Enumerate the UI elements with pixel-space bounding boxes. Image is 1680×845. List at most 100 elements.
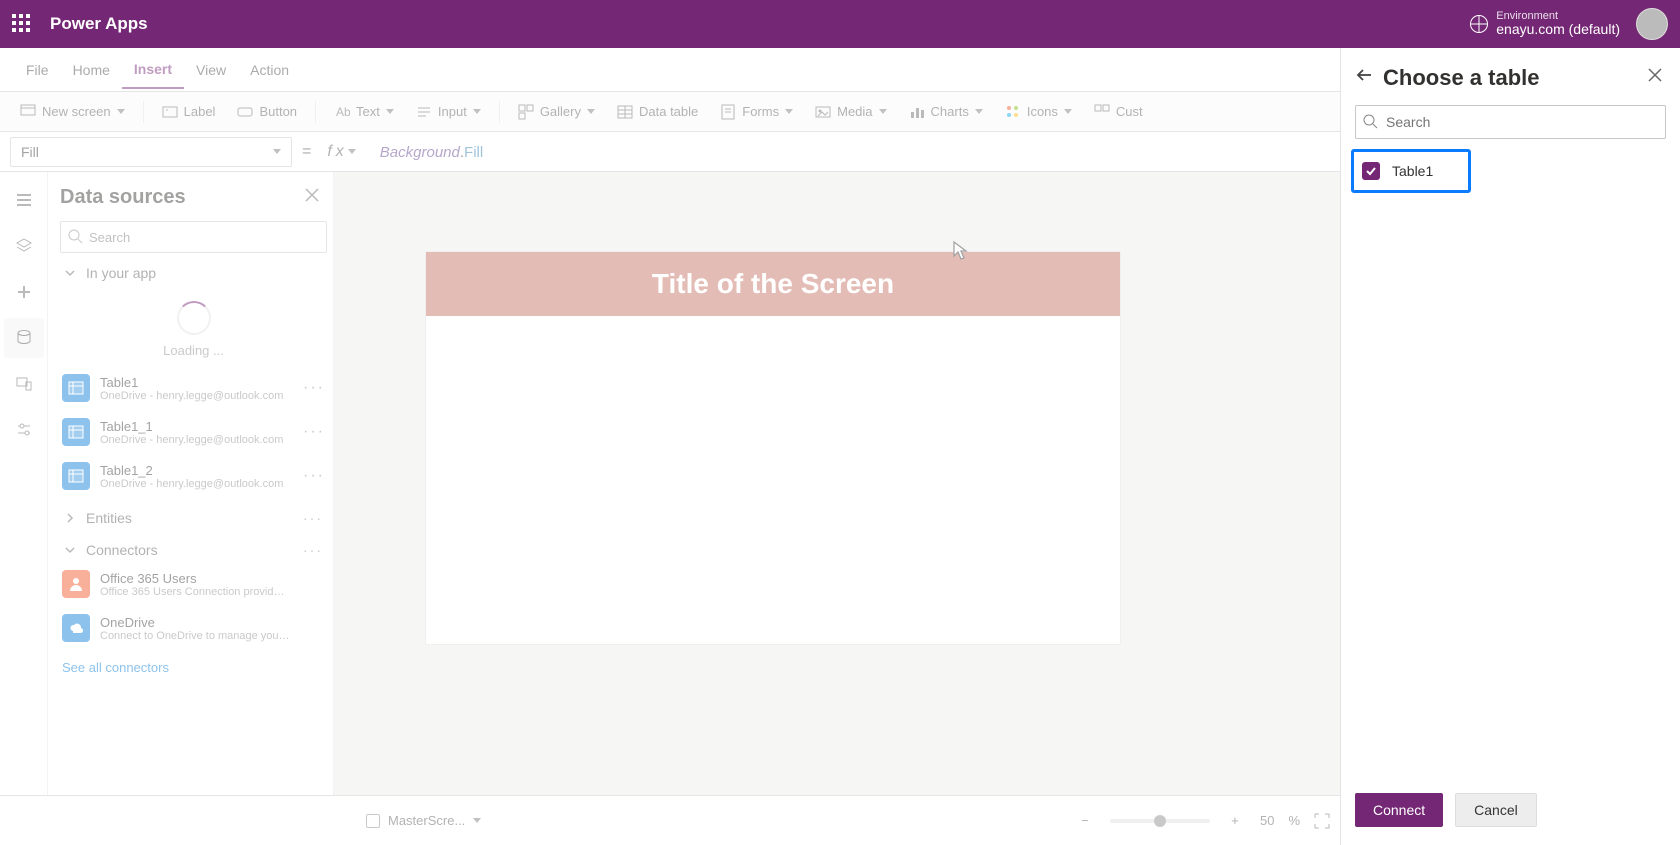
checkbox-checked-icon[interactable] (1362, 162, 1380, 180)
chevron-down-icon (64, 544, 76, 556)
icons-button[interactable]: Icons (995, 100, 1082, 124)
screen-title-bar[interactable]: Title of the Screen (426, 252, 1120, 316)
forms-icon (720, 104, 736, 120)
chevron-down-icon (386, 109, 394, 114)
fullscreen-icon[interactable] (1314, 813, 1330, 829)
custom-button[interactable]: Cust (1084, 100, 1153, 124)
ribbon-divider (499, 101, 500, 123)
new-screen-label: New screen (42, 104, 111, 119)
data-sources-title: Data sources (60, 186, 186, 209)
button-button[interactable]: Button (227, 100, 307, 124)
label-label: Label (184, 104, 216, 119)
text-label: Text (356, 104, 380, 119)
data-source-more-button[interactable]: ··· (303, 423, 325, 441)
property-selector[interactable]: Fill (10, 137, 292, 167)
fx-button[interactable]: fx (321, 143, 361, 161)
avatar[interactable] (1636, 8, 1668, 40)
data-source-more-button[interactable]: ··· (303, 467, 325, 485)
panel-close-button[interactable] (1644, 64, 1666, 91)
see-all-connectors-link[interactable]: See all connectors (60, 650, 327, 685)
cancel-button[interactable]: Cancel (1455, 793, 1537, 827)
section-in-your-app-label: In your app (86, 265, 156, 281)
text-button[interactable]: Ab Text (324, 100, 404, 124)
forms-button[interactable]: Forms (710, 100, 803, 124)
close-icon (1648, 68, 1662, 82)
connectors-more-button[interactable]: ··· (303, 542, 323, 558)
canvas[interactable]: Title of the Screen (426, 252, 1120, 644)
table-option[interactable]: Table1 (1351, 149, 1471, 193)
menu-insert[interactable]: Insert (122, 51, 184, 89)
connector-sub: Office 365 Users Connection provider let… (100, 586, 290, 598)
button-icon (237, 104, 253, 120)
data-source-name: Table1_1 (100, 419, 283, 434)
menu-home[interactable]: Home (61, 52, 122, 88)
rail-tree-view[interactable] (4, 226, 44, 266)
label-button[interactable]: Label (152, 100, 226, 124)
section-entities-label: Entities (86, 510, 132, 526)
panel-search-input[interactable] (1355, 105, 1666, 139)
section-in-your-app[interactable]: In your app (60, 253, 327, 285)
rail-media[interactable] (4, 364, 44, 404)
connector-item[interactable]: OneDriveConnect to OneDrive to manage yo… (60, 606, 327, 650)
panel-search (1355, 105, 1666, 139)
chevron-down-icon (473, 818, 481, 823)
connector-item[interactable]: Office 365 UsersOffice 365 Users Connect… (60, 562, 327, 606)
screen-crumb-label: MasterScre... (388, 813, 465, 828)
table-list: Table1 (1341, 149, 1680, 193)
menu-file[interactable]: File (14, 52, 61, 88)
chevron-down-icon (473, 109, 481, 114)
environment-value: enayu.com (default) (1496, 22, 1620, 37)
rail-insert[interactable] (4, 272, 44, 312)
zoom-unit: % (1288, 813, 1300, 828)
data-source-item[interactable]: Table1_2OneDrive - henry.legge@outlook.c… (60, 454, 327, 498)
zoom-in-button[interactable]: + (1224, 813, 1246, 828)
zoom-out-button[interactable]: − (1074, 813, 1096, 828)
media-button[interactable]: Media (805, 100, 896, 124)
screen-crumb[interactable]: MasterScre... (360, 809, 487, 832)
data-sources-search-input[interactable] (60, 221, 327, 253)
menu-action[interactable]: Action (238, 52, 301, 88)
section-connectors[interactable]: Connectors ··· (60, 530, 327, 562)
connect-button[interactable]: Connect (1355, 793, 1443, 827)
gallery-icon (518, 104, 534, 120)
connector-icon (62, 570, 90, 598)
button-label: Button (259, 104, 297, 119)
zoom-slider-thumb[interactable] (1154, 815, 1166, 827)
zoom-slider[interactable] (1110, 819, 1210, 823)
app-title: Power Apps (50, 14, 148, 34)
media-icon (815, 104, 831, 120)
input-button[interactable]: Input (406, 100, 491, 124)
data-source-more-button[interactable]: ··· (303, 379, 325, 397)
data-source-item[interactable]: Table1_1OneDrive - henry.legge@outlook.c… (60, 410, 327, 454)
gallery-button[interactable]: Gallery (508, 100, 605, 124)
excel-icon (62, 462, 90, 490)
custom-icon (1094, 104, 1110, 120)
panel-back-button[interactable] (1355, 66, 1373, 89)
titlebar: Power Apps Environment enayu.com (defaul… (0, 0, 1680, 48)
rail-data[interactable] (4, 318, 44, 358)
choose-table-panel: Choose a table Table1 Connect Cancel (1340, 48, 1680, 845)
data-source-name: Table1_2 (100, 463, 283, 478)
charts-button[interactable]: Charts (899, 100, 993, 124)
new-screen-button[interactable]: New screen (10, 100, 135, 124)
rail-hamburger[interactable] (4, 180, 44, 220)
app-launcher-icon[interactable] (12, 14, 32, 34)
left-rail (0, 172, 48, 795)
section-entities[interactable]: Entities ··· (60, 498, 327, 530)
icons-label: Icons (1027, 104, 1058, 119)
chevron-down-icon (879, 109, 887, 114)
spinner-icon (177, 301, 211, 335)
globe-icon (1470, 15, 1488, 33)
data-source-item[interactable]: Table1OneDrive - henry.legge@outlook.com… (60, 366, 327, 410)
close-data-sources-button[interactable] (301, 184, 323, 211)
database-icon (15, 329, 33, 347)
chevron-down-icon (975, 109, 983, 114)
menu-view[interactable]: View (184, 52, 238, 88)
environment-picker[interactable]: Environment enayu.com (default) (1470, 10, 1620, 37)
entities-more-button[interactable]: ··· (303, 510, 323, 526)
zoom-value: 50 (1260, 813, 1274, 828)
rail-advanced[interactable] (4, 410, 44, 450)
layers-icon (15, 237, 33, 255)
icons-icon (1005, 104, 1021, 120)
data-table-button[interactable]: Data table (607, 100, 708, 124)
